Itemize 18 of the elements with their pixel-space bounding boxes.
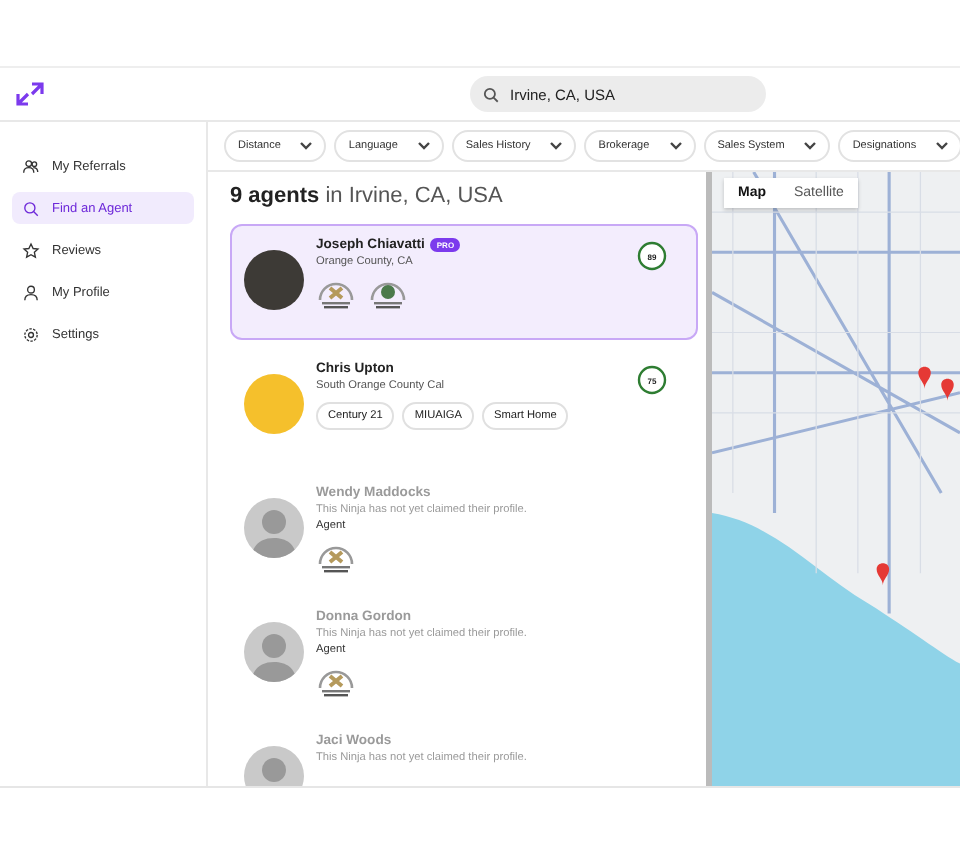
- chevron-down-icon: [300, 142, 313, 150]
- avatar-placeholder: [244, 498, 304, 558]
- settings-icon: [22, 325, 40, 343]
- chevron-down-icon: [550, 142, 563, 150]
- results-heading: 9 agents in Irvine, CA, USA: [230, 184, 505, 208]
- logo-icon[interactable]: [14, 82, 46, 106]
- chevron-down-icon: [936, 142, 949, 150]
- star-icon: [22, 241, 40, 259]
- person-icon: [22, 283, 40, 301]
- avatar-placeholder: [244, 622, 304, 682]
- photo-placeholder: [244, 250, 304, 310]
- search-icon: [482, 85, 500, 103]
- chevron-down-icon: [417, 142, 430, 150]
- chevron-down-icon: [669, 142, 682, 150]
- chevron-down-icon: [804, 142, 817, 150]
- search-icon: [22, 199, 40, 217]
- people-icon: [22, 157, 40, 175]
- photo-placeholder: [244, 374, 304, 434]
